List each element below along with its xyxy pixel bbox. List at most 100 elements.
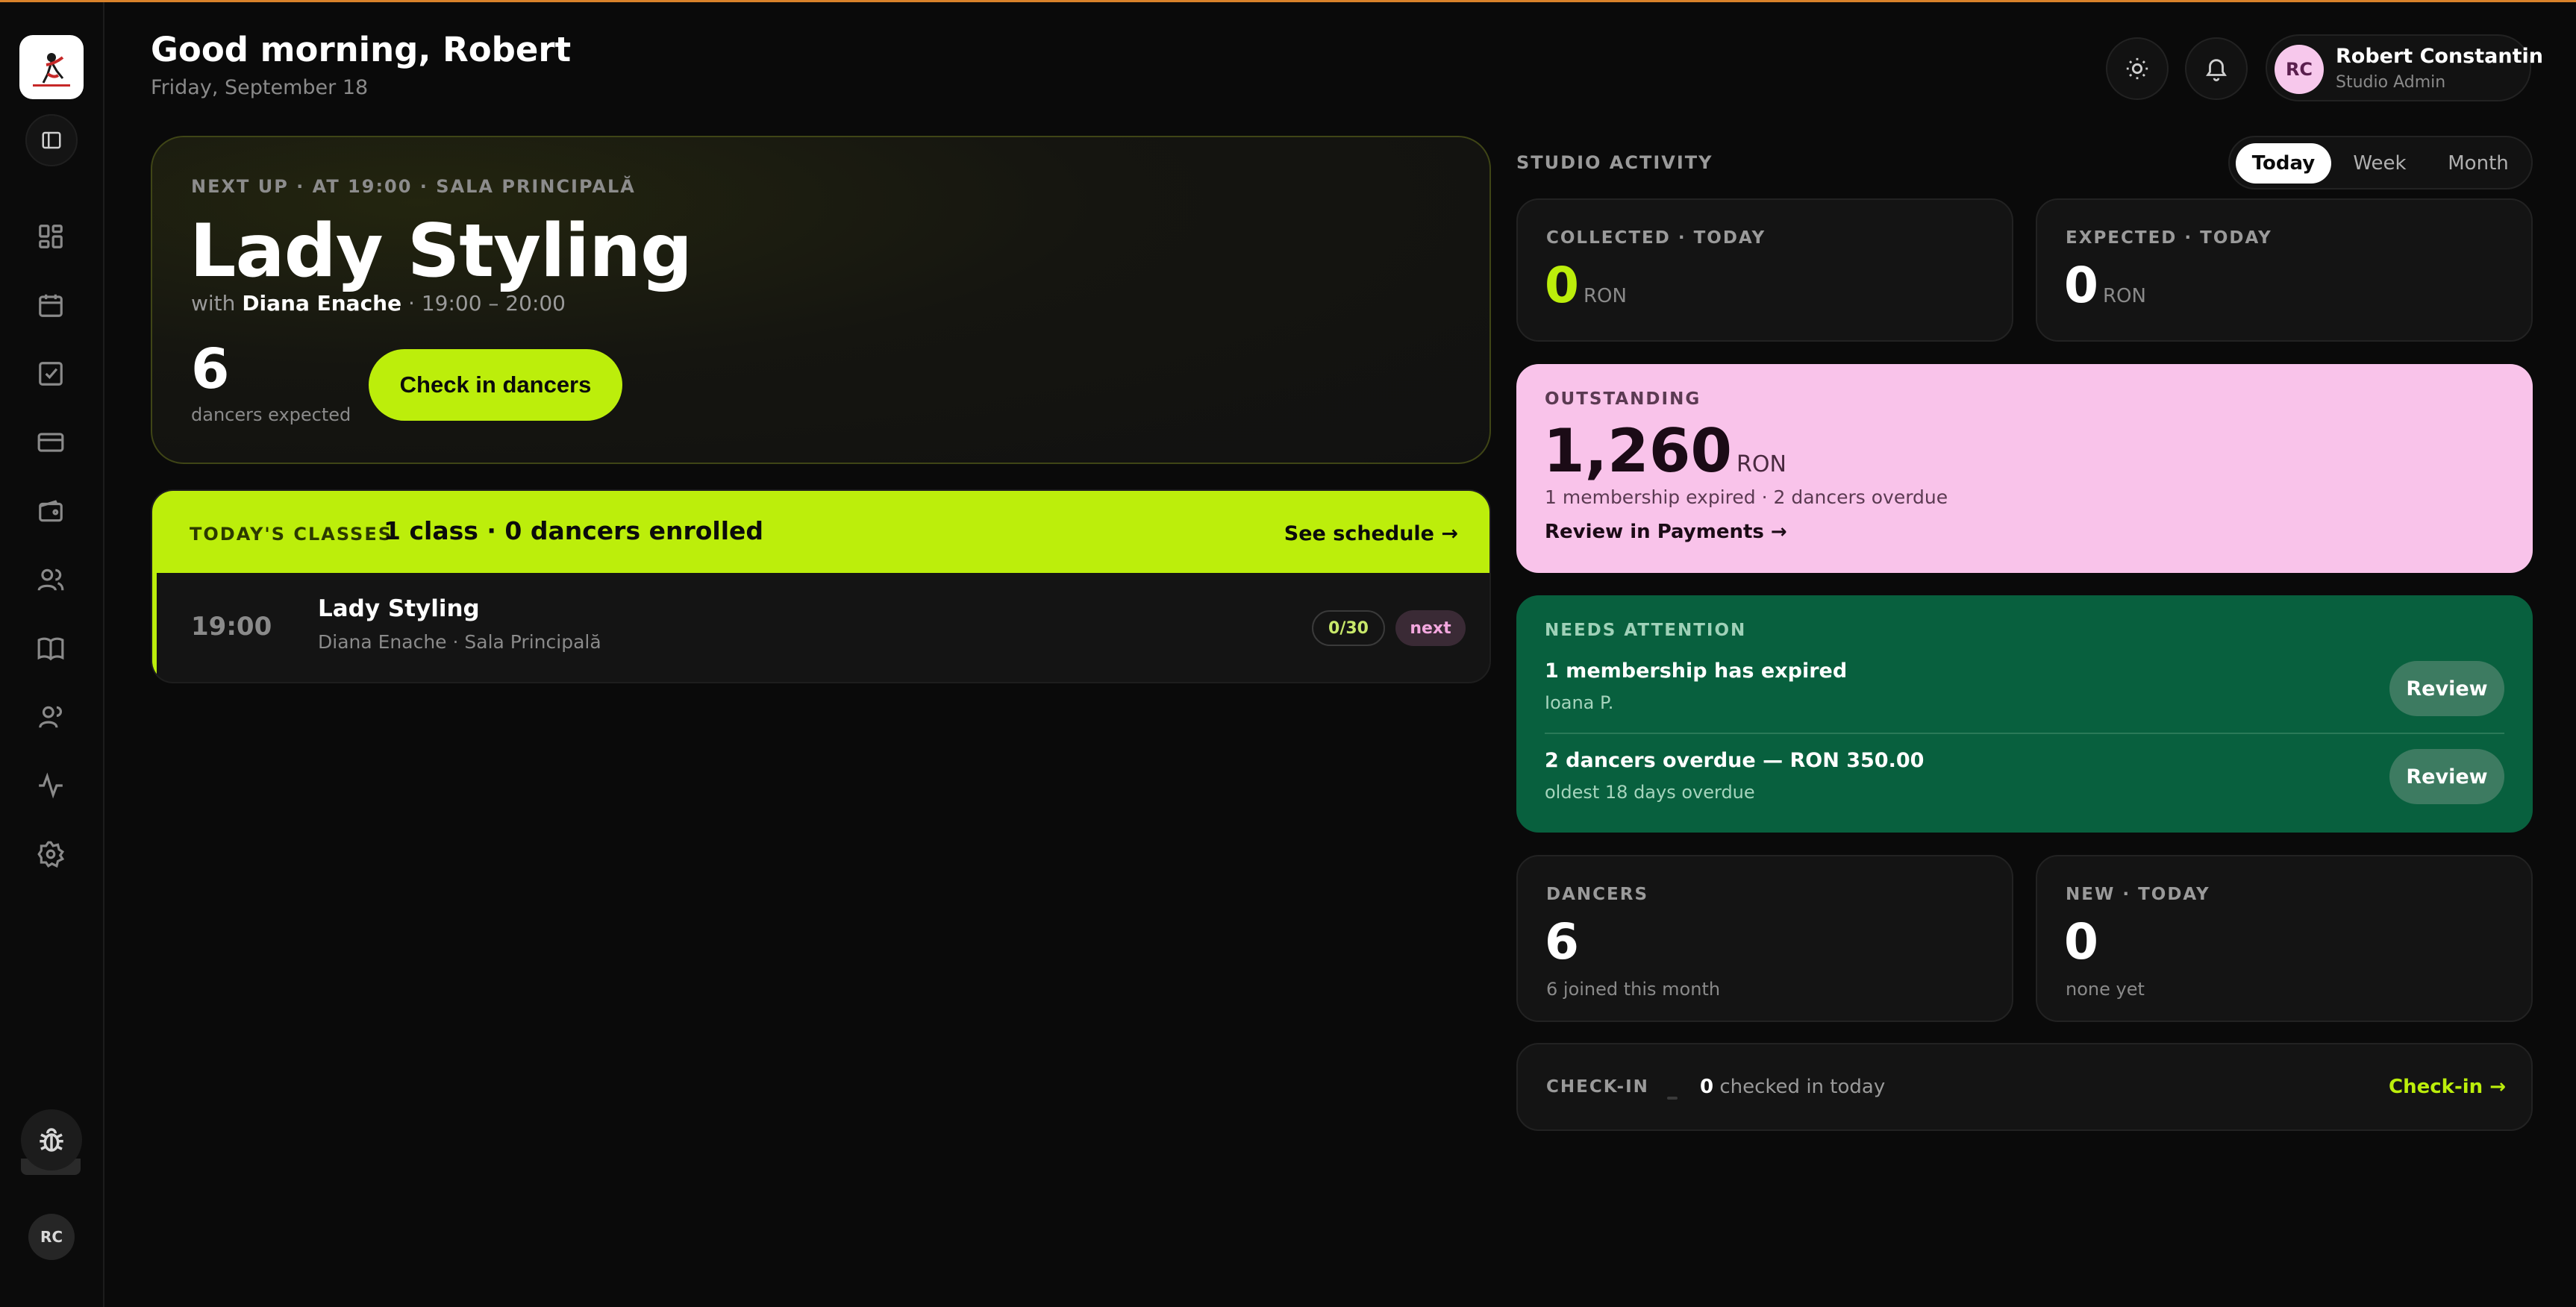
sidebar-panel-icon xyxy=(42,131,61,149)
check-in-indicator xyxy=(1667,1097,1678,1100)
with-prefix: with xyxy=(191,291,236,316)
bug-report-button[interactable] xyxy=(21,1109,82,1170)
sidebar-item-wallet[interactable] xyxy=(33,493,69,529)
bell-icon xyxy=(2206,59,2227,81)
users-icon xyxy=(37,568,64,591)
check-in-link[interactable]: Check-in → xyxy=(2389,1076,2506,1098)
book-icon xyxy=(37,637,64,661)
activity-icon xyxy=(39,772,63,799)
sidebar-avatar[interactable]: RC xyxy=(28,1214,75,1260)
sidebar-item-calendar[interactable] xyxy=(33,287,69,323)
expected-card: EXPECTED · TODAY 0 RON xyxy=(2036,198,2533,342)
sidebar-item-team[interactable] xyxy=(33,699,69,735)
class-capacity-badge: 0/30 xyxy=(1312,610,1385,646)
attention-item-sub: Ioana P. xyxy=(1545,692,1614,713)
notifications-button[interactable] xyxy=(2185,37,2248,100)
next-up-meta: NEXT UP · AT 19:00 · SALA PRINCIPALĂ xyxy=(191,176,636,197)
next-up-instructor-line: with Diana Enache · 19:00 – 20:00 xyxy=(191,291,566,316)
next-badge: next xyxy=(1395,610,1466,646)
calendar-icon xyxy=(39,294,63,317)
range-tabs: Today Week Month xyxy=(2228,136,2533,189)
next-up-title: Lady Styling xyxy=(190,209,693,294)
user-menu[interactable]: RC Robert Constantin Studio Admin xyxy=(2266,34,2543,101)
needs-attention-label: NEEDS ATTENTION xyxy=(1545,621,1747,640)
instructor-name: Diana Enache xyxy=(242,291,402,316)
class-row[interactable]: 19:00 Lady Styling Diana Enache · Sala P… xyxy=(152,573,1489,682)
card-icon xyxy=(37,433,64,452)
collected-value-line: 0 RON xyxy=(1545,257,1627,314)
new-today-sub: none yet xyxy=(2066,979,2145,1000)
dancers-expected-label: dancers expected xyxy=(191,404,351,425)
expected-value-line: 0 RON xyxy=(2064,257,2146,314)
outstanding-card: OUTSTANDING 1,260 RON 1 membership expire… xyxy=(1516,364,2533,573)
new-today-value: 0 xyxy=(2064,913,2098,971)
collected-label: COLLECTED · TODAY xyxy=(1546,228,1766,248)
new-today-card: NEW · TODAY 0 none yet xyxy=(2036,855,2533,1022)
todays-classes-header: TODAY'S CLASSES 1 class · 0 dancers enro… xyxy=(152,491,1489,573)
collected-unit: RON xyxy=(1583,285,1627,307)
studio-activity-label: STUDIO ACTIVITY xyxy=(1516,152,1713,173)
outstanding-value: 1,260 xyxy=(1543,416,1733,486)
top-accent-line xyxy=(0,0,2576,2)
attention-item-sub: oldest 18 days overdue xyxy=(1545,782,1755,803)
studio-logo[interactable] xyxy=(19,35,84,99)
wallet-icon xyxy=(39,500,63,522)
sidebar-item-settings[interactable] xyxy=(33,836,69,872)
sidebar: RC xyxy=(0,2,104,1307)
studio-logo-icon xyxy=(33,53,70,87)
sun-icon xyxy=(2126,57,2148,80)
user-avatar: RC xyxy=(2275,45,2324,94)
attention-item-title: 2 dancers overdue — RON 350.00 xyxy=(1545,749,1925,772)
new-today-label: NEW · TODAY xyxy=(2066,885,2210,904)
checked-in-count: 0 xyxy=(1700,1076,1714,1098)
theme-toggle-button[interactable] xyxy=(2106,37,2169,100)
expected-label: EXPECTED · TODAY xyxy=(2066,228,2272,248)
outstanding-summary: 1 membership expired · 2 dancers overdue xyxy=(1545,486,1948,508)
class-time-range: · 19:00 – 20:00 xyxy=(408,291,566,316)
user-name: Robert Constantin xyxy=(2336,45,2543,68)
check-in-card: CHECK-IN 0 checked in today Check-in → xyxy=(1516,1043,2533,1131)
user-role: Studio Admin xyxy=(2336,73,2446,92)
dancers-label: DANCERS xyxy=(1546,885,1649,904)
todays-classes-summary: 1 class · 0 dancers enrolled xyxy=(384,516,764,545)
review-overdue-button[interactable]: Review xyxy=(2389,749,2504,804)
class-details: Diana Enache · Sala Principală xyxy=(318,631,601,653)
dancers-sub: 6 joined this month xyxy=(1546,979,1721,1000)
tab-week[interactable]: Week xyxy=(2336,143,2424,184)
current-date: Friday, September 18 xyxy=(151,76,369,99)
sidebar-item-dashboard[interactable] xyxy=(33,219,69,254)
dashboard-icon xyxy=(39,225,63,248)
todays-classes-label: TODAY'S CLASSES xyxy=(190,524,393,545)
class-name: Lady Styling xyxy=(318,595,480,622)
review-expired-button[interactable]: Review xyxy=(2389,661,2504,716)
check-in-dancers-button[interactable]: Check in dancers xyxy=(369,349,622,421)
sidebar-toggle-button[interactable] xyxy=(25,114,78,166)
tab-month[interactable]: Month xyxy=(2428,143,2528,184)
see-schedule-link[interactable]: See schedule → xyxy=(1284,522,1458,545)
review-in-payments-link[interactable]: Review in Payments → xyxy=(1545,521,1787,543)
dancers-card: DANCERS 6 6 joined this month xyxy=(1516,855,2013,1022)
sidebar-item-activity[interactable] xyxy=(33,768,69,803)
expected-value: 0 xyxy=(2064,257,2098,314)
attention-item-title: 1 membership has expired xyxy=(1545,659,1848,683)
team-icon xyxy=(39,706,62,728)
class-time: 19:00 xyxy=(191,612,272,642)
tab-today[interactable]: Today xyxy=(2236,143,2331,184)
todays-classes-panel: TODAY'S CLASSES 1 class · 0 dancers enro… xyxy=(151,489,1491,683)
sidebar-item-dancers[interactable] xyxy=(33,562,69,598)
collected-value: 0 xyxy=(1545,257,1579,314)
outstanding-label: OUTSTANDING xyxy=(1545,389,1701,409)
attention-divider xyxy=(1545,733,2504,734)
sidebar-item-classes[interactable] xyxy=(33,630,69,666)
check-in-summary: 0 checked in today xyxy=(1700,1076,1885,1098)
checked-in-text: checked in today xyxy=(1719,1076,1886,1098)
check-in-label: CHECK-IN xyxy=(1546,1077,1649,1097)
needs-attention-card: NEEDS ATTENTION 1 membership has expired… xyxy=(1516,595,2533,833)
sidebar-item-payments[interactable] xyxy=(33,424,69,460)
outstanding-value-line: 1,260 RON xyxy=(1543,416,1786,486)
collected-card: COLLECTED · TODAY 0 RON xyxy=(1516,198,2013,342)
checkbox-icon xyxy=(39,362,63,386)
dancers-expected-count: 6 xyxy=(191,337,230,401)
page-title: Good morning, Robert xyxy=(151,30,572,69)
sidebar-item-attendance[interactable] xyxy=(33,356,69,392)
